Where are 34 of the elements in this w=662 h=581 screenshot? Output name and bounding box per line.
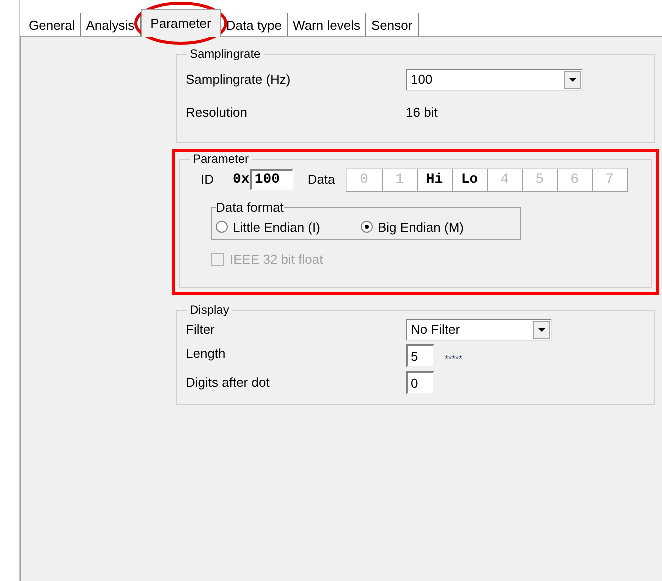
length-preview: ***** bbox=[445, 355, 463, 364]
field-label: Digits after dot bbox=[186, 374, 271, 392]
id-field[interactable]: 100 bbox=[250, 169, 294, 191]
radio-option[interactable]: Little Endian (I) bbox=[216, 218, 361, 237]
field-label: Samplingrate (Hz) bbox=[186, 71, 292, 90]
radio-button[interactable] bbox=[361, 221, 373, 234]
radio-option[interactable]: Big Endian (M) bbox=[361, 218, 464, 237]
byte-cell-text: 0 bbox=[359, 170, 370, 190]
group-title: Samplingrate bbox=[189, 46, 262, 63]
id-label: ID bbox=[201, 171, 215, 190]
field-label: Resolution bbox=[186, 104, 248, 122]
byte-cell: 7 bbox=[592, 169, 627, 191]
field-label: Length bbox=[186, 345, 227, 363]
input-field[interactable]: 0 bbox=[406, 371, 435, 395]
tab[interactable]: Parameter bbox=[140, 9, 222, 37]
group-title: Data format bbox=[216, 199, 284, 217]
byte-cell: 4 bbox=[486, 169, 522, 191]
data-label: Data bbox=[308, 171, 336, 190]
caret-icon bbox=[533, 321, 550, 339]
byte-cell: 6 bbox=[556, 169, 592, 191]
byte-cell: Hi bbox=[416, 169, 452, 191]
byte-cell: 1 bbox=[382, 169, 417, 191]
radio-button[interactable] bbox=[216, 221, 228, 234]
caret-icon bbox=[564, 71, 581, 89]
byte-cell: Lo bbox=[452, 169, 487, 191]
dropdown[interactable]: No Filter bbox=[406, 319, 552, 341]
dropdown[interactable]: 100 bbox=[406, 69, 583, 91]
group-title: Parameter bbox=[192, 151, 250, 168]
id-prefix: 0x bbox=[233, 170, 250, 190]
input-field[interactable]: 5 bbox=[406, 344, 435, 368]
resolution-value: 16 bit bbox=[406, 104, 438, 122]
group-title: Display bbox=[189, 302, 230, 319]
field-label: Filter bbox=[186, 321, 216, 340]
byte-cell: 5 bbox=[522, 169, 557, 191]
